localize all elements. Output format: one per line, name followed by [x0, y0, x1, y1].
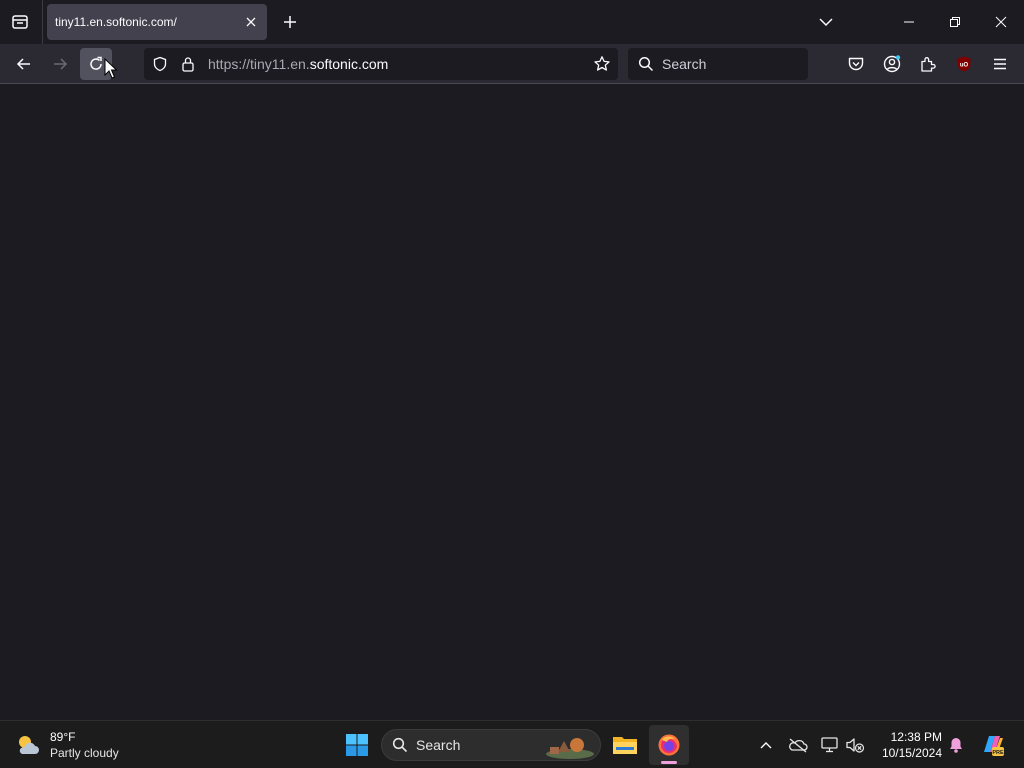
- close-icon: [246, 17, 256, 27]
- weather-icon: [14, 731, 42, 759]
- taskbar-file-explorer[interactable]: [605, 725, 645, 765]
- firefox-view-button[interactable]: [4, 6, 36, 38]
- tab-close-button[interactable]: [243, 14, 259, 30]
- app-menu-button[interactable]: [984, 48, 1016, 80]
- search-highlight-illustration: [544, 732, 596, 765]
- taskbar-search-box[interactable]: Search: [381, 729, 601, 761]
- show-hidden-icons-button[interactable]: [754, 733, 778, 757]
- tab-active[interactable]: tiny11.en.softonic.com/: [47, 4, 267, 40]
- search-icon: [638, 56, 654, 72]
- volume-muted-icon: [845, 736, 865, 754]
- active-app-indicator: [661, 761, 677, 764]
- clock[interactable]: 12:38 PM 10/15/2024: [872, 729, 942, 761]
- copilot-button[interactable]: PRE: [978, 731, 1006, 759]
- tracking-protection-button[interactable]: [146, 56, 174, 72]
- plus-icon: [283, 15, 297, 29]
- star-icon: [593, 55, 611, 73]
- svg-text:uO: uO: [960, 63, 969, 69]
- pocket-icon: [847, 55, 865, 73]
- extensions-button[interactable]: [912, 48, 944, 80]
- account-button[interactable]: [876, 48, 908, 80]
- weather-condition: Partly cloudy: [50, 746, 119, 760]
- reload-icon: [88, 56, 104, 72]
- windows-start-icon: [345, 733, 369, 757]
- file-explorer-icon: [612, 734, 638, 756]
- site-info-button[interactable]: [174, 56, 202, 72]
- network-icon: [820, 736, 840, 754]
- back-button[interactable]: [8, 48, 40, 80]
- svg-text:PRE: PRE: [992, 750, 1004, 756]
- restore-icon: [949, 16, 961, 28]
- ublock-icon: uO: [955, 55, 973, 73]
- taskbar-firefox[interactable]: [649, 725, 689, 765]
- mouse-cursor: [104, 57, 118, 85]
- new-tab-button[interactable]: [276, 8, 304, 36]
- chevron-up-icon: [760, 741, 772, 749]
- taskbar: 89°F Partly cloudy Search 12:38 PM 10/15…: [0, 720, 1024, 768]
- list-all-tabs-button[interactable]: [812, 8, 840, 36]
- onedrive-icon: [788, 737, 808, 753]
- search-bar[interactable]: [628, 48, 808, 80]
- firefox-icon: [657, 733, 681, 757]
- search-icon: [392, 737, 408, 753]
- back-arrow-icon: [16, 56, 32, 72]
- tab-strip: tiny11.en.softonic.com/: [0, 0, 1024, 44]
- minimize-button[interactable]: [886, 0, 932, 44]
- extensions-icon: [919, 55, 937, 73]
- search-input[interactable]: [662, 56, 792, 72]
- bookmark-button[interactable]: [592, 54, 612, 74]
- url-prefix: https://tiny11.en.: [208, 56, 310, 72]
- forward-button[interactable]: [44, 48, 76, 80]
- tab-separator: [42, 0, 43, 44]
- address-bar[interactable]: https://tiny11.en.softonic.com: [144, 48, 618, 80]
- forward-arrow-icon: [52, 56, 68, 72]
- weather-temperature: 89°F: [50, 730, 76, 744]
- restore-button[interactable]: [932, 0, 978, 44]
- clock-time: 12:38 PM: [890, 730, 942, 744]
- menu-icon: [992, 56, 1008, 72]
- lock-icon: [181, 56, 195, 72]
- onedrive-tray-button[interactable]: [786, 733, 810, 757]
- window-close-icon: [995, 16, 1007, 28]
- minimize-icon: [903, 16, 915, 28]
- notification-center-button[interactable]: [944, 733, 968, 757]
- shield-icon: [152, 56, 168, 72]
- ublock-origin-button[interactable]: uO: [948, 48, 980, 80]
- taskbar-search-label: Search: [416, 737, 461, 753]
- account-icon: [882, 54, 902, 74]
- page-content: [0, 85, 1024, 720]
- tab-list-icon: [11, 13, 29, 31]
- clock-date: 10/15/2024: [881, 746, 942, 760]
- navigation-toolbar: https://tiny11.en.softonic.com uO: [0, 44, 1024, 84]
- volume-tray-button[interactable]: [843, 733, 867, 757]
- notification-bell-icon: [948, 736, 964, 754]
- network-tray-button[interactable]: [818, 733, 842, 757]
- weather-widget[interactable]: 89°F Partly cloudy: [14, 727, 119, 763]
- url-text[interactable]: https://tiny11.en.softonic.com: [208, 56, 388, 72]
- tab-title: tiny11.en.softonic.com/: [55, 15, 177, 29]
- pocket-button[interactable]: [840, 48, 872, 80]
- url-domain: softonic.com: [309, 56, 389, 72]
- window-close-button[interactable]: [978, 0, 1024, 44]
- start-button[interactable]: [340, 727, 374, 763]
- copilot-icon: PRE: [979, 732, 1005, 758]
- chevron-down-icon: [819, 17, 833, 27]
